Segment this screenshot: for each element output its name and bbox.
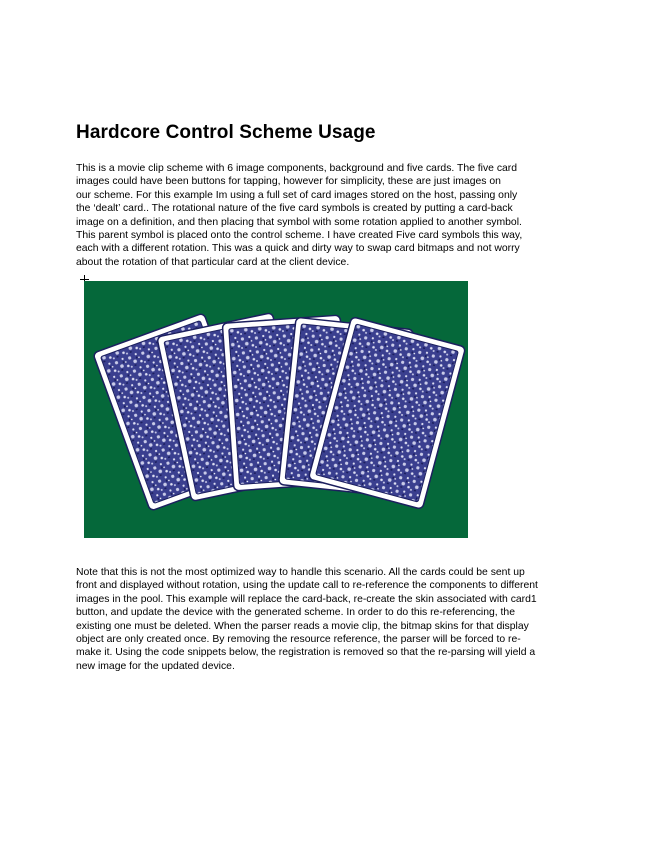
paragraph-line: make it. Using the code snippets below, … xyxy=(76,647,536,659)
paragraph-line: each with a different rotation. This was… xyxy=(76,243,520,255)
paragraph-line: object are only created once. By removin… xyxy=(76,634,521,646)
paragraph-line: existing one must be deleted. When the p… xyxy=(76,620,529,632)
paragraph-line: the ‘dealt’ card.. The rotational nature… xyxy=(76,203,513,215)
card-fan-figure xyxy=(84,281,468,538)
paragraph-line: Note that this is not the most optimized… xyxy=(76,567,525,578)
paragraph-line: new image for the updated device. xyxy=(76,660,235,672)
paragraph-line: This is a movie clip scheme with 6 image… xyxy=(76,163,518,174)
note-paragraph: Note that this is not the most optimized… xyxy=(76,566,606,673)
paragraph-line: images could have been buttons for tappi… xyxy=(76,176,501,188)
page-heading: Hardcore Control Scheme Usage xyxy=(76,122,376,143)
paragraph-line: button, and update the device with the g… xyxy=(76,607,515,619)
card-fan-image xyxy=(93,312,466,511)
paragraph-line: This parent symbol is placed onto the co… xyxy=(76,230,523,242)
paragraph-line: about the rotation of that particular ca… xyxy=(76,256,350,268)
document-page: Hardcore Control Scheme Usage This is a … xyxy=(0,0,650,841)
paragraph-line: front and displayed without rotation, us… xyxy=(76,580,538,592)
paragraph-line: our scheme. For this example Im using a … xyxy=(76,189,518,201)
paragraph-line: images in the pool. This example will re… xyxy=(76,593,537,605)
intro-paragraph: This is a movie clip scheme with 6 image… xyxy=(76,162,606,269)
paragraph-line: image on a definition, and then placing … xyxy=(76,216,522,228)
